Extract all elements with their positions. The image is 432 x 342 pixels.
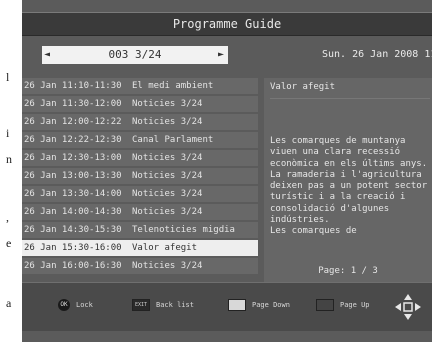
tv-screen: Programme Guide ◄ 003 3/24 ► Sun. 26 Jan… [22, 0, 432, 342]
side-letter: i [6, 126, 10, 140]
back-list-label: Back list [156, 301, 194, 309]
page-down-icon [228, 299, 246, 311]
key-legend-bar: OK Lock EXIT Back list Page Down Page Up [22, 282, 432, 331]
page-down-key[interactable]: Page Down [228, 299, 290, 311]
program-time: 26 Jan 16:00-16:30 [24, 261, 122, 271]
navigation-arrows-icon [395, 294, 421, 320]
program-row[interactable]: 26 Jan 12:22-12:30 Canal Parlament [22, 132, 258, 148]
channel-selector[interactable]: ◄ 003 3/24 ► [42, 46, 228, 64]
page-indicator: Page: 1 / 3 [318, 266, 378, 276]
side-letter: l [6, 70, 10, 84]
channel-prev-icon[interactable]: ◄ [44, 46, 50, 64]
side-letter: n [6, 152, 12, 166]
page-up-label: Page Up [340, 301, 370, 309]
program-name: Noticies 3/24 [132, 189, 203, 199]
program-time: 26 Jan 12:30-13:00 [24, 153, 122, 163]
program-row-selected[interactable]: 26 Jan 15:30-16:00 Valor afegit [22, 240, 258, 256]
page-up-key[interactable]: Page Up [316, 299, 370, 311]
program-name: Noticies 3/24 [132, 261, 203, 271]
page-up-icon [316, 299, 334, 311]
program-name: El medi ambient [132, 81, 214, 91]
program-name: Valor afegit [132, 243, 198, 253]
side-letter: a [6, 296, 12, 310]
back-list-key[interactable]: EXIT Back list [132, 299, 194, 311]
program-row[interactable]: 26 Jan 14:30-15:30 Telenoticies migdia [22, 222, 258, 238]
program-list: 26 Jan 11:10-11:30 El medi ambient 26 Jan … [22, 78, 258, 276]
program-time: 26 Jan 12:00-12:22 [24, 117, 122, 127]
program-name: Noticies 3/24 [132, 153, 203, 163]
program-name: Noticies 3/24 [132, 99, 203, 109]
channel-next-icon[interactable]: ► [218, 46, 224, 64]
channel-name: 003 3/24 [108, 48, 162, 61]
lock-key[interactable]: OK Lock [58, 299, 93, 311]
program-name: Canal Parlament [132, 135, 214, 145]
page-down-label: Page Down [252, 301, 290, 309]
program-row[interactable]: 26 Jan 12:00-12:22 Noticies 3/24 [22, 114, 258, 130]
program-time: 26 Jan 14:00-14:30 [24, 207, 122, 217]
program-detail-title: Valor afegit [270, 82, 430, 99]
program-row[interactable]: 26 Jan 12:30-13:00 Noticies 3/24 [22, 150, 258, 166]
program-description: Les comarques de muntanya viuen una clar… [270, 136, 428, 237]
program-time: 26 Jan 13:00-13:30 [24, 171, 122, 181]
program-name: Noticies 3/24 [132, 171, 203, 181]
program-name: Noticies 3/24 [132, 207, 203, 217]
program-row[interactable]: 26 Jan 14:00-14:30 Noticies 3/24 [22, 204, 258, 220]
program-name: Noticies 3/24 [132, 117, 203, 127]
program-time: 26 Jan 13:30-14:00 [24, 189, 122, 199]
side-letter: , [6, 210, 9, 224]
lock-label: Lock [76, 301, 93, 309]
exit-icon: EXIT [132, 299, 150, 311]
program-row[interactable]: 26 Jan 11:10-11:30 El medi ambient [22, 78, 258, 94]
program-row[interactable]: 26 Jan 11:30-12:00 Noticies 3/24 [22, 96, 258, 112]
program-time: 26 Jan 14:30-15:30 [24, 225, 122, 235]
program-time: 26 Jan 11:30-12:00 [24, 99, 122, 109]
page-title: Programme Guide [22, 12, 432, 36]
program-row[interactable]: 26 Jan 16:00-16:30 Noticies 3/24 [22, 258, 258, 274]
program-time: 26 Jan 15:30-16:00 [24, 243, 122, 253]
program-detail-panel: Valor afegit Les comarques de muntanya v… [264, 78, 432, 286]
side-letter: e [6, 236, 12, 250]
program-time: 26 Jan 12:22-12:30 [24, 135, 122, 145]
program-name: Telenoticies migdia [132, 225, 235, 235]
ok-icon: OK [58, 299, 70, 311]
program-row[interactable]: 26 Jan 13:30-14:00 Noticies 3/24 [22, 186, 258, 202]
program-row[interactable]: 26 Jan 13:00-13:30 Noticies 3/24 [22, 168, 258, 184]
program-time: 26 Jan 11:10-11:30 [24, 81, 122, 91]
current-datetime: Sun. 26 Jan 2008 11:23 [322, 49, 432, 60]
background-document-text: l i n , e a [0, 0, 22, 342]
